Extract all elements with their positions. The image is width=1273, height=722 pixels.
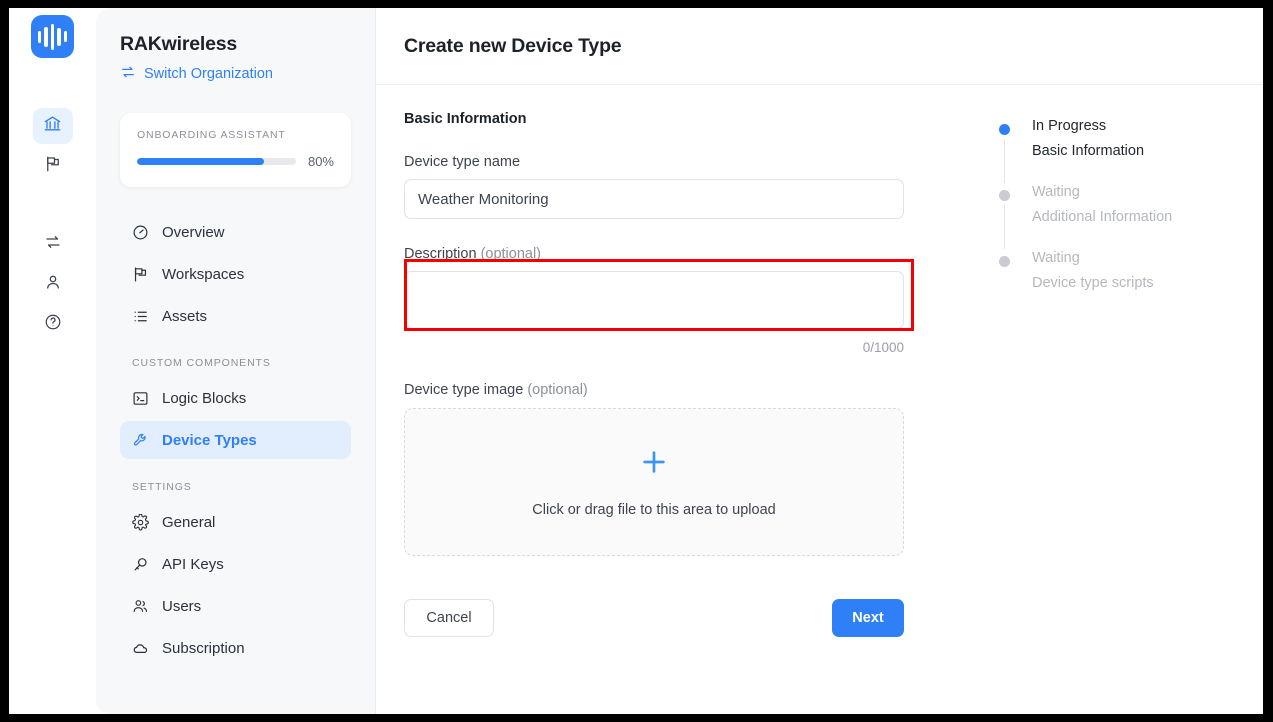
rail-item-help[interactable] <box>33 306 73 342</box>
step-status: Waiting <box>1032 184 1080 200</box>
device-type-image-optional-tag: (optional) <box>527 382 588 398</box>
sidebar-nav-settings: General API Keys Users Subscription <box>120 503 351 667</box>
description-label-text: Description <box>404 246 477 262</box>
wrench-icon <box>132 432 149 449</box>
sidebar-item-api-keys[interactable]: API Keys <box>120 545 351 583</box>
help-circle-icon <box>44 313 62 336</box>
page-body: Basic Information Device type name Descr… <box>376 85 1263 714</box>
sidebar-item-label: Subscription <box>162 639 245 657</box>
step-item-additional-information: Waiting Additional Information <box>999 184 1263 251</box>
step-dot-icon <box>999 256 1010 267</box>
step-status: Waiting <box>1032 250 1080 266</box>
app-window: RAKwireless Switch Organization ONBOARDI… <box>9 8 1263 714</box>
image-upload-dropzone[interactable]: Click or drag file to this area to uploa… <box>404 408 904 556</box>
rail-item-workspaces[interactable] <box>33 148 73 184</box>
field-device-type-image: Device type image (optional) Click or dr… <box>404 382 944 556</box>
sidebar-item-users[interactable]: Users <box>120 587 351 625</box>
switch-icon <box>44 233 62 256</box>
terminal-icon <box>132 390 149 407</box>
step-name: Basic Information <box>1032 143 1145 160</box>
image-upload-text: Click or drag file to this area to uploa… <box>532 502 776 518</box>
key-icon <box>132 556 149 573</box>
sidebar-item-subscription[interactable]: Subscription <box>120 629 351 667</box>
device-type-name-input[interactable] <box>404 179 904 219</box>
description-character-counter: 0/1000 <box>862 340 904 355</box>
flag-icon <box>44 155 62 178</box>
next-button[interactable]: Next <box>832 599 904 637</box>
step-connector-line <box>1004 205 1005 249</box>
create-device-type-form: Basic Information Device type name Descr… <box>404 111 944 714</box>
sidebar-item-device-types[interactable]: Device Types <box>120 421 351 459</box>
sidebar-item-label: Users <box>162 597 202 615</box>
step-name: Additional Information <box>1032 209 1173 226</box>
user-icon <box>44 273 62 296</box>
sidebar-item-label: Overview <box>162 223 225 241</box>
sidebar-item-overview[interactable]: Overview <box>120 213 351 251</box>
sidebar-heading-custom-components: CUSTOM COMPONENTS <box>132 357 271 369</box>
users-icon <box>132 598 149 615</box>
main-content: Create new Device Type Basic Information… <box>376 8 1263 714</box>
device-type-image-label: Device type image (optional) <box>404 382 944 398</box>
rail-item-transfer[interactable] <box>33 226 73 262</box>
sidebar-item-label: API Keys <box>162 555 224 573</box>
page-header: Create new Device Type <box>376 8 1263 85</box>
sidebar-item-label: General <box>162 513 216 531</box>
flag-icon <box>132 266 149 283</box>
step-item-basic-information: In Progress Basic Information <box>999 118 1263 185</box>
switch-organization-label: Switch Organization <box>144 66 273 82</box>
icon-rail <box>9 8 96 714</box>
cancel-button[interactable]: Cancel <box>404 599 494 637</box>
bank-icon <box>43 114 62 138</box>
step-status: In Progress <box>1032 118 1107 134</box>
step-indicator: In Progress Basic Information Waiting Ad… <box>944 111 1263 714</box>
onboarding-title: ONBOARDING ASSISTANT <box>137 129 286 141</box>
list-icon <box>132 308 149 325</box>
field-device-type-name: Device type name <box>404 154 944 219</box>
description-label: Description (optional) <box>404 246 944 262</box>
onboarding-progress-bar <box>137 158 296 165</box>
description-textarea[interactable] <box>404 271 904 329</box>
sidebar-item-general[interactable]: General <box>120 503 351 541</box>
step-connector-line <box>1004 139 1005 183</box>
sidebar-item-label: Logic Blocks <box>162 389 247 407</box>
step-dot-icon <box>999 124 1010 135</box>
sidebar-item-label: Assets <box>162 307 208 325</box>
step-dot-icon <box>999 190 1010 201</box>
switch-arrows-icon <box>120 64 136 84</box>
plus-icon <box>638 446 670 484</box>
cloud-icon <box>132 640 149 657</box>
step-name: Device type scripts <box>1032 275 1154 292</box>
field-description: Description (optional) 0/1000 <box>404 246 944 355</box>
gauge-icon <box>132 224 149 241</box>
switch-organization-link[interactable]: Switch Organization <box>120 64 351 84</box>
page-title: Create new Device Type <box>404 34 622 57</box>
form-actions: Cancel Next <box>404 599 904 637</box>
sidebar-item-label: Workspaces <box>162 265 245 283</box>
sidebar-nav-main: Overview Workspaces Assets <box>120 213 351 335</box>
device-type-image-label-text: Device type image <box>404 382 524 398</box>
section-title-basic-information: Basic Information <box>404 111 527 127</box>
rail-item-account[interactable] <box>33 266 73 302</box>
sidebar-item-logic-blocks[interactable]: Logic Blocks <box>120 379 351 417</box>
sidebar-heading-settings: SETTINGS <box>132 481 192 493</box>
organization-name: RAKwireless <box>120 33 238 55</box>
onboarding-assistant-card[interactable]: ONBOARDING ASSISTANT 80% <box>120 113 351 187</box>
rail-item-organization[interactable] <box>32 108 73 144</box>
sidebar-item-workspaces[interactable]: Workspaces <box>120 255 351 293</box>
sidebar-item-assets[interactable]: Assets <box>120 297 351 335</box>
sidebar-item-label: Device Types <box>162 431 257 449</box>
soundwave-logo-icon <box>31 15 74 58</box>
sidebar-nav-custom-components: Logic Blocks Device Types <box>120 379 351 459</box>
onboarding-progress-fill <box>137 158 265 165</box>
step-item-device-type-scripts: Waiting Device type scripts <box>999 250 1263 292</box>
onboarding-progress-label: 80% <box>307 154 334 169</box>
device-type-name-label: Device type name <box>404 154 521 170</box>
gear-icon <box>132 513 149 531</box>
sidebar: RAKwireless Switch Organization ONBOARDI… <box>96 8 376 714</box>
description-optional-tag: (optional) <box>480 246 542 262</box>
